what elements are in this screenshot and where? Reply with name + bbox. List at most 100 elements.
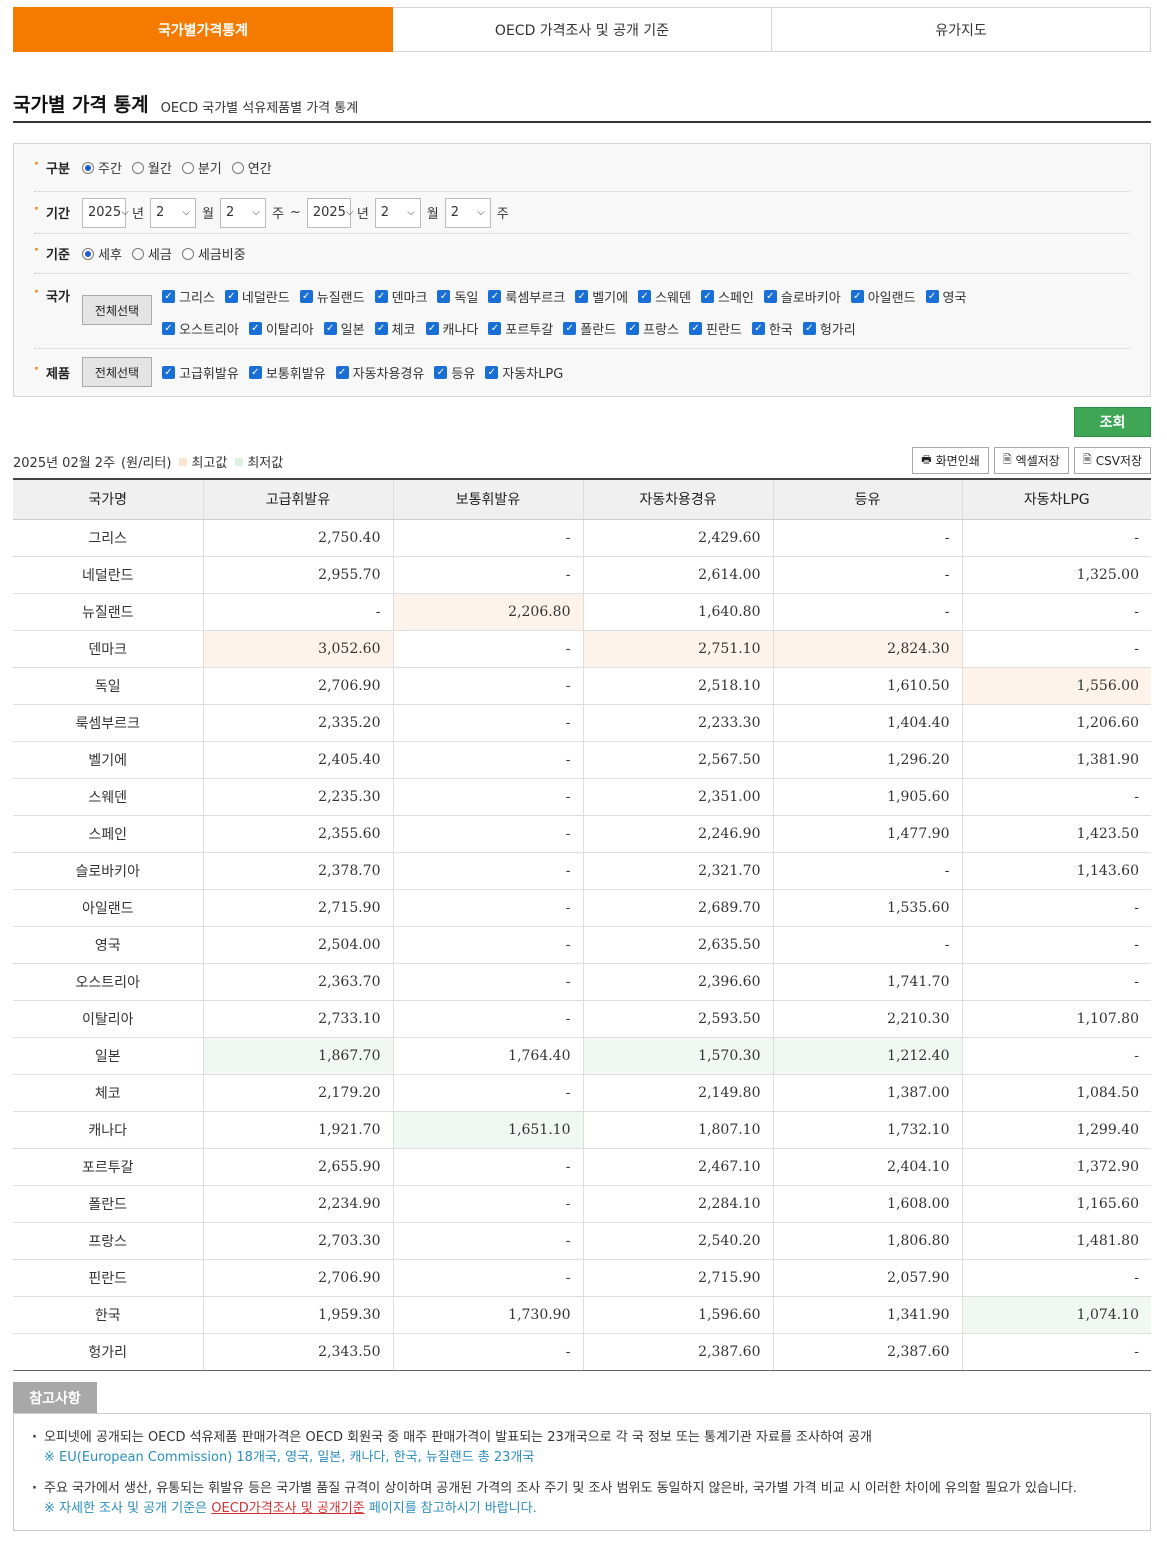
checkbox-뉴질랜드[interactable]: ✓ 뉴질랜드 (299, 287, 365, 306)
print-button[interactable]: 🖶 화면인쇄 (912, 447, 989, 474)
table-header-row: 국가명 고급휘발유 보통휘발유 자동차용경유 등유 자동차LPG (13, 478, 1151, 520)
query-button[interactable]: 조회 (1074, 407, 1151, 437)
excel-save-button[interactable]: 🗎 엑셀저장 (993, 447, 1069, 474)
price-cell: - (772, 926, 962, 964)
price-cell: 1,730.90 (392, 1296, 583, 1334)
checkbox-캐나다[interactable]: ✓ 캐나다 (425, 319, 478, 338)
table-row: 독일 2,706.90-2,518.10 1,610.50 1,556.00 (13, 667, 1151, 705)
checkbox-영국[interactable]: ✓ 영국 (925, 287, 967, 306)
country-select-all-button[interactable]: 전체선택 (82, 295, 152, 325)
checkbox-룩셈부르크[interactable]: ✓ 룩셈부르크 (488, 287, 565, 306)
checkbox-고급휘발유[interactable]: ✓ 고급휘발유 (162, 363, 239, 382)
filter-row-type: 구분 주간 월간 분기 연간 (34, 144, 1130, 192)
checkbox-독일[interactable]: ✓ 독일 (437, 287, 478, 306)
note-subtext: ※ 자세한 조사 및 공개 기준은 OECD가격조사 및 공개기준 페이지를 참… (44, 1499, 1132, 1519)
country-name-cell: 일본 (13, 1037, 203, 1075)
checkbox-프랑스[interactable]: ✓ 프랑스 (626, 319, 679, 338)
checkbox-슬로바키아[interactable]: ✓ 슬로바키아 (763, 287, 841, 306)
tab-country-price[interactable]: 국가별가격통계 (13, 7, 393, 52)
price-cell: - (392, 1222, 583, 1260)
radio-tax-ratio[interactable]: 세금비중 (181, 244, 246, 263)
radio-quarterly[interactable]: 분기 (181, 158, 222, 177)
checkbox-일본[interactable]: ✓ 일본 (323, 319, 365, 338)
legend-max-label: 최고값 (191, 456, 228, 471)
csv-label: CSV저장 (1095, 454, 1142, 468)
radio-weekly[interactable]: 주간 (82, 158, 122, 177)
product-select-all-button[interactable]: 전체선택 (82, 357, 152, 387)
checkbox-덴마크[interactable]: ✓ 덴마크 (374, 287, 427, 306)
price-cell: - (961, 963, 1151, 1001)
notes-tag: 참고사항 (13, 1382, 97, 1413)
period-separator: ~ (289, 205, 301, 220)
checkbox-이탈리아[interactable]: ✓ 이탈리아 (248, 319, 314, 338)
table-row: 네덜란드 2,955.70-2,614.00-1,325.00 (13, 556, 1151, 594)
price-cell: 1,921.70 (202, 1111, 393, 1149)
checkbox-오스트리아[interactable]: ✓ 오스트리아 (162, 319, 239, 338)
price-cell: - (392, 963, 583, 1001)
tab-oecd-criteria[interactable]: OECD 가격조사 및 공개 기준 (393, 7, 772, 52)
checkbox-헝가리[interactable]: ✓ 헝가리 (802, 319, 856, 338)
price-cell: 2,057.90 (772, 1259, 962, 1297)
select-from-month[interactable]: 2 ⌵ (149, 197, 196, 228)
table-row: 스페인 2,355.60-2,246.90 1,477.90 1,423.50 (13, 815, 1151, 853)
table-row: 룩셈부르크 2,335.20-2,233.30 1,404.40 1,206.60 (13, 704, 1151, 742)
checkbox-한국[interactable]: ✓ 한국 (751, 319, 793, 338)
checkbox-체코[interactable]: ✓ 체코 (374, 319, 416, 338)
checkbox-label: 뉴질랜드 (316, 290, 365, 306)
unit-week: 주 (496, 207, 509, 222)
select-to-month[interactable]: 2 ⌵ (374, 197, 421, 228)
radio-tax[interactable]: 세금 (131, 244, 172, 263)
country-name-cell: 헝가리 (13, 1333, 203, 1371)
check-icon: ✓ (563, 321, 577, 335)
checkbox-벨기에[interactable]: ✓ 벨기에 (575, 287, 628, 306)
price-cell: 2,321.70 (582, 852, 773, 890)
checkbox-네덜란드[interactable]: ✓ 네덜란드 (224, 287, 290, 306)
check-icon: ✓ (802, 321, 816, 335)
select-to-week[interactable]: 2 ⌵ (444, 197, 491, 228)
price-cell: 2,387.60 (582, 1333, 773, 1371)
select-from-year[interactable]: 2025 ⌵ (82, 197, 129, 228)
price-cell: - (392, 852, 583, 890)
filter-label-country: 국가 (34, 285, 82, 305)
price-cell: - (392, 667, 583, 705)
table-row: 체코 2,179.20-2,149.80 1,387.00 1,084.50 (13, 1074, 1151, 1112)
document-icon: 🗎 (1082, 453, 1092, 466)
checkbox-등유[interactable]: ✓ 등유 (434, 363, 475, 382)
note-item: 주요 국가에서 생산, 유통되는 휘발유 등은 국가별 품질 규격이 상이하며 … (32, 1479, 1132, 1519)
price-cell: 1,610.50 (772, 667, 962, 705)
oecd-criteria-link[interactable]: OECD가격조사 및 공개기준 (211, 1501, 364, 1516)
checkbox-자동차LPG[interactable]: ✓ 자동차LPG (485, 363, 563, 382)
checkbox-스페인[interactable]: ✓ 스페인 (700, 287, 754, 306)
checkbox-폴란드[interactable]: ✓ 폴란드 (563, 319, 616, 338)
price-cell: 2,355.60 (202, 815, 393, 853)
chevron-down-icon: ⌵ (182, 207, 190, 218)
radio-monthly[interactable]: 월간 (131, 158, 172, 177)
price-cell: - (392, 1259, 583, 1297)
checkbox-보통휘발유[interactable]: ✓ 보통휘발유 (248, 363, 326, 382)
radio-yearly[interactable]: 연간 (231, 158, 272, 177)
price-cell: 2,179.20 (202, 1074, 393, 1112)
csv-save-button[interactable]: 🗎 CSV저장 (1073, 447, 1151, 474)
check-icon: ✓ (488, 289, 502, 303)
checkbox-핀란드[interactable]: ✓ 핀란드 (689, 319, 742, 338)
select-value: 2 (380, 205, 390, 220)
checkbox-자동차용경유[interactable]: ✓ 자동차용경유 (335, 363, 424, 382)
price-cell: 2,655.90 (202, 1148, 393, 1186)
country-line: ✓ 오스트리아 ✓ 이탈리아 ✓ 일본 ✓ 체코 ✓ 캐나다 ✓ 포르투갈 ✓ 폴란드 ✓ 프랑스 ✓ 핀란드 ✓ 한… (162, 312, 976, 344)
checkbox-아일랜드[interactable]: ✓ 아일랜드 (850, 287, 916, 306)
checkbox-label: 영국 (942, 290, 967, 306)
select-to-year[interactable]: 2025 ⌵ (306, 197, 354, 228)
price-cell: - (392, 1185, 583, 1223)
price-cell: 1,556.00 (961, 667, 1151, 705)
document-icon: 🗎 (1002, 453, 1012, 466)
price-cell: 1,596.60 (582, 1296, 773, 1334)
checkbox-그리스[interactable]: ✓ 그리스 (162, 287, 215, 306)
chevron-down-icon: ⌵ (121, 207, 129, 218)
select-from-week[interactable]: 2 ⌵ (219, 197, 266, 228)
checkbox-스웨덴[interactable]: ✓ 스웨덴 (638, 287, 691, 306)
radio-after-tax[interactable]: 세후 (82, 244, 122, 263)
checkbox-label: 아일랜드 (867, 290, 916, 306)
price-cell: - (961, 1333, 1151, 1371)
tab-oil-map[interactable]: 유가지도 (772, 7, 1151, 52)
checkbox-포르투갈[interactable]: ✓ 포르투갈 (488, 319, 553, 338)
